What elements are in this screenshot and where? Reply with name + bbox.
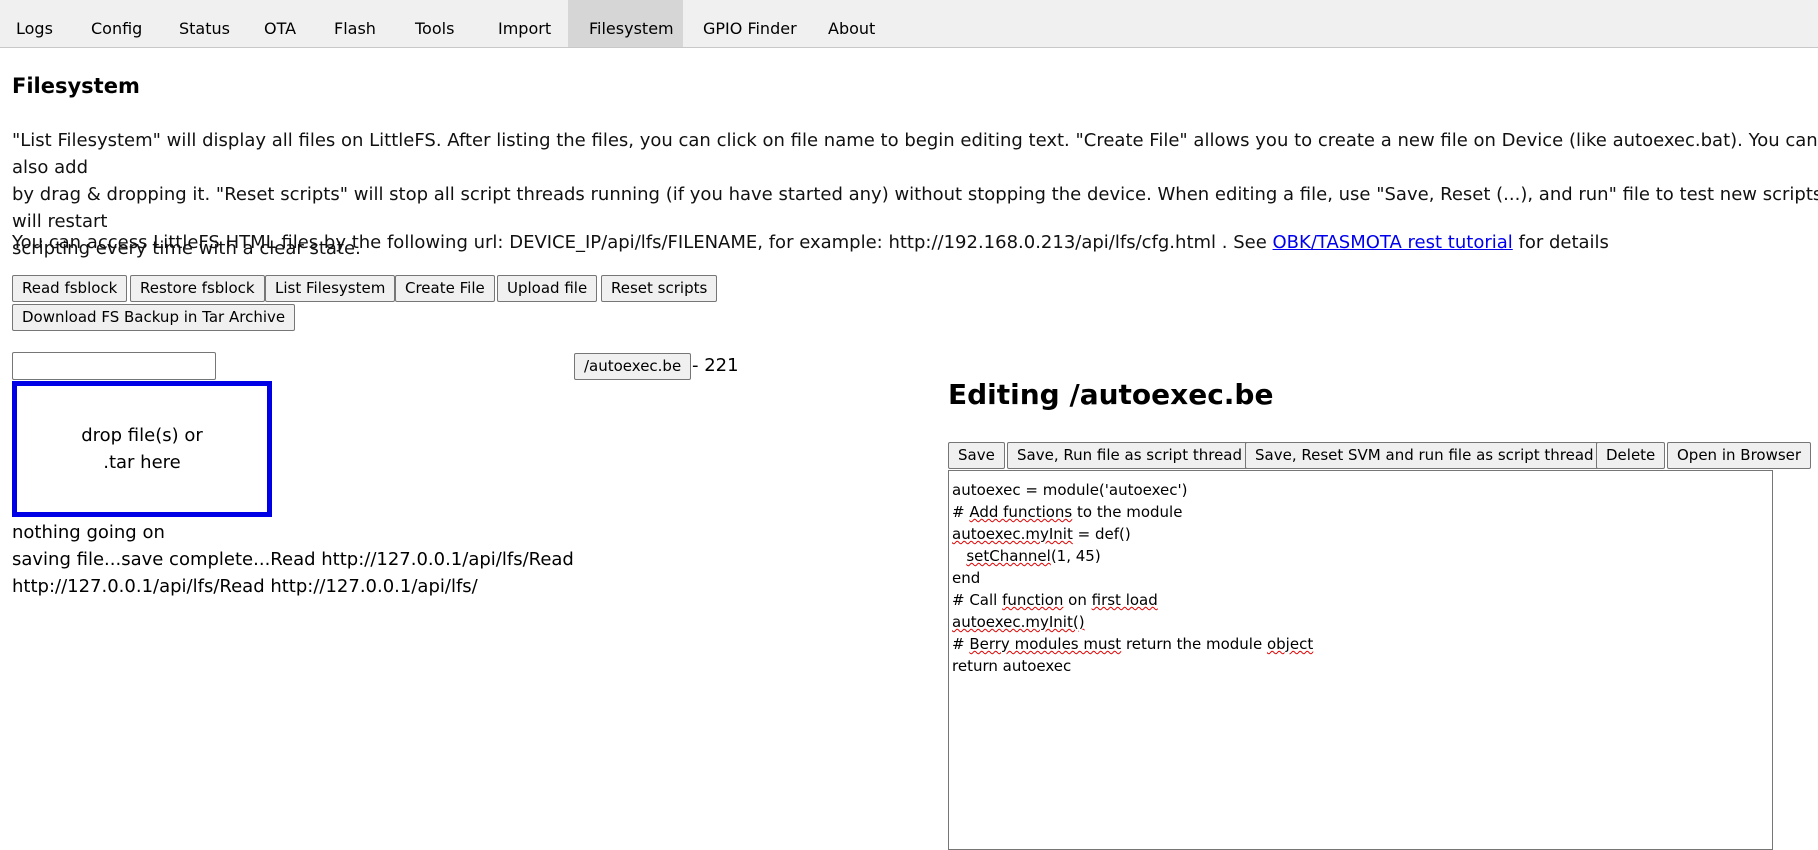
code-text: first load xyxy=(1091,591,1158,609)
code-line: # Berry modules must return the module o… xyxy=(952,633,1769,655)
code-text: # Call xyxy=(952,591,1003,609)
code-text: on xyxy=(1063,591,1092,609)
code-line: autoexec.myInit = def() xyxy=(952,523,1769,545)
download-backup-button[interactable]: Download FS Backup in Tar Archive xyxy=(12,304,296,331)
create-file-button[interactable]: Create File xyxy=(395,275,495,302)
tab-status[interactable]: Status xyxy=(156,0,243,47)
save-run-button[interactable]: Save, Run file as script thread xyxy=(1007,442,1253,469)
tab-bar: Logs Config Status OTA Flash Tools Impor… xyxy=(0,0,1818,48)
editing-title: Editing /autoexec.be xyxy=(948,378,1274,411)
code-text: object xyxy=(1266,635,1314,653)
reset-scripts-button[interactable]: Reset scripts xyxy=(601,275,718,302)
code-text: to the module xyxy=(1072,503,1183,521)
status-line-3: http://127.0.0.1/api/lfs/Read http://127… xyxy=(12,576,478,597)
code-line: setChannel(1, 45) xyxy=(952,545,1769,567)
code-text: autoexec.myInit xyxy=(952,525,1073,543)
new-file-name-input[interactable] xyxy=(12,352,216,380)
tab-gpio-finder[interactable]: GPIO Finder xyxy=(683,0,811,47)
tab-flash[interactable]: Flash xyxy=(314,0,394,47)
access-suffix: for details xyxy=(1512,232,1609,253)
page-title: Filesystem xyxy=(12,74,140,98)
status-line-1: nothing going on xyxy=(12,522,165,543)
code-text: (1, 45) xyxy=(1050,547,1101,565)
rest-tutorial-link[interactable]: OBK/TASMOTA rest tutorial xyxy=(1273,232,1513,253)
access-text: You can access LittleFS HTML files by th… xyxy=(12,232,1273,253)
drop-zone[interactable]: drop file(s) or .tar here xyxy=(12,381,272,517)
upload-file-button[interactable]: Upload file xyxy=(497,275,598,302)
tab-config[interactable]: Config xyxy=(69,0,156,47)
code-text: autoexec.myInit() xyxy=(952,613,1085,631)
code-line: # Add functions to the module xyxy=(952,501,1769,523)
file-size: - 221 xyxy=(692,355,739,376)
code-text: # xyxy=(952,635,970,653)
tab-tools[interactable]: Tools xyxy=(394,0,481,47)
code-text: setChannel xyxy=(966,547,1051,565)
save-button[interactable]: Save xyxy=(948,442,1005,469)
file-autoexec-button[interactable]: /autoexec.be xyxy=(574,353,692,380)
tab-ota[interactable]: OTA xyxy=(243,0,314,47)
access-paragraph: You can access LittleFS HTML files by th… xyxy=(12,229,1818,256)
code-line: autoexec.myInit() xyxy=(952,611,1769,633)
tab-import[interactable]: Import xyxy=(481,0,568,47)
code-line: end xyxy=(952,569,981,587)
code-text: function xyxy=(1002,591,1064,609)
save-reset-run-button[interactable]: Save, Reset SVM and run file as script t… xyxy=(1245,442,1604,469)
tab-logs[interactable]: Logs xyxy=(0,0,69,47)
code-line: # Call function on first load xyxy=(952,589,1769,611)
list-filesystem-button[interactable]: List Filesystem xyxy=(265,275,396,302)
delete-button[interactable]: Delete xyxy=(1596,442,1666,469)
code-text: = def() xyxy=(1072,525,1131,543)
open-in-browser-button[interactable]: Open in Browser xyxy=(1667,442,1812,469)
tab-about[interactable]: About xyxy=(811,0,891,47)
code-text: # xyxy=(952,503,970,521)
tab-filesystem[interactable]: Filesystem xyxy=(568,0,683,47)
read-fsblock-button[interactable]: Read fsblock xyxy=(12,275,128,302)
file-editor-textarea[interactable]: autoexec = module('autoexec') # Add funct… xyxy=(948,470,1773,850)
code-text: Berry modules must xyxy=(969,635,1122,653)
code-line: return autoexec xyxy=(952,657,1072,675)
status-line-2: saving file...save complete...Read http:… xyxy=(12,549,574,570)
code-text: return the module xyxy=(1121,635,1267,653)
restore-fsblock-button[interactable]: Restore fsblock xyxy=(130,275,265,302)
code-text: Add functions xyxy=(969,503,1073,521)
code-line: autoexec = module('autoexec') xyxy=(952,481,1188,499)
